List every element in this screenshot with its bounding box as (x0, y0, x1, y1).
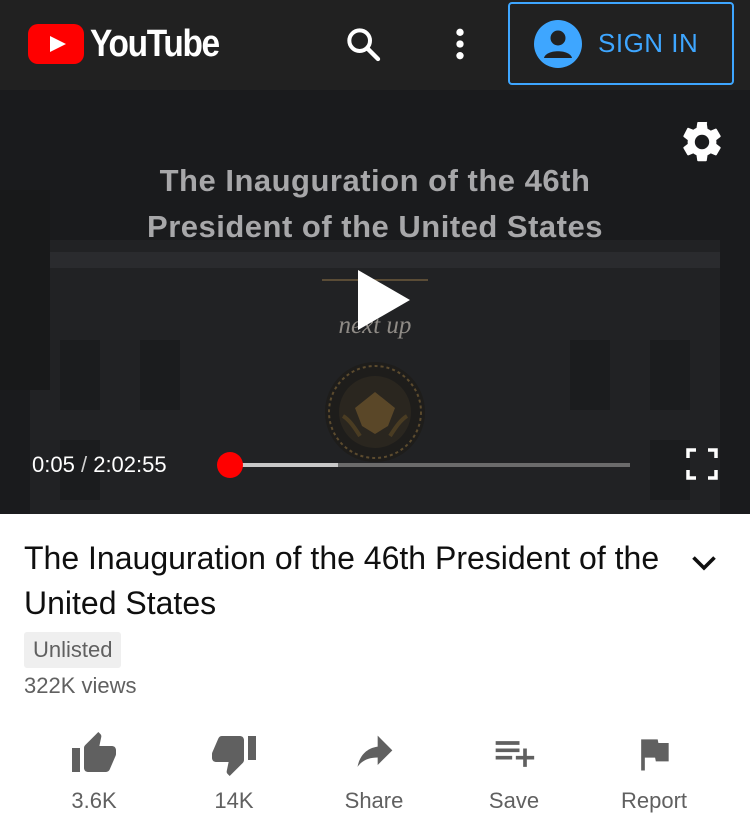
fullscreen-button[interactable] (686, 448, 718, 480)
progress-buffer (230, 463, 338, 467)
more-vert-icon (456, 28, 464, 60)
flag-icon (641, 739, 669, 771)
time-display: 0:05 / 2:02:55 (32, 452, 167, 478)
like-button[interactable]: 3.6K (24, 724, 164, 824)
progress-bar[interactable] (230, 463, 630, 467)
action-bar: 3.6K 14K Share Save Report (24, 724, 724, 824)
search-button[interactable] (341, 22, 385, 66)
title-card-line-2: President of the United States (147, 209, 603, 244)
presidential-seal-icon (325, 362, 425, 462)
top-app-bar: YouTube SIGN IN (0, 0, 750, 90)
gear-icon (683, 121, 721, 162)
play-icon (358, 270, 410, 330)
current-time: 0:05 (32, 452, 75, 477)
thumbs-up-icon (72, 732, 116, 772)
share-icon (357, 735, 393, 767)
sign-in-label: SIGN IN (598, 28, 699, 58)
brand-name: YouTube (90, 22, 220, 65)
title-card-line-1: The Inauguration of the 46th (159, 163, 591, 198)
thumbs-down-icon (212, 736, 256, 776)
share-button[interactable]: Share (304, 724, 444, 824)
view-count: 322K views (24, 673, 137, 698)
chevron-down-icon (692, 556, 716, 571)
video-frame-title-card: The Inauguration of the 46th President o… (0, 158, 750, 250)
search-icon (347, 28, 381, 62)
fullscreen-icon (686, 448, 718, 480)
like-count: 3.6K (71, 788, 117, 813)
video-title: The Inauguration of the 46th President o… (24, 540, 660, 621)
report-button[interactable]: Report (584, 724, 724, 824)
time-separator: / (80, 452, 88, 477)
youtube-play-logo-icon (28, 24, 84, 64)
play-button[interactable] (350, 268, 414, 332)
settings-button[interactable] (678, 118, 726, 166)
youtube-logo[interactable]: YouTube (28, 22, 236, 65)
playlist-add-icon (495, 741, 535, 767)
dislike-button[interactable]: 14K (164, 724, 304, 824)
duration: 2:02:55 (93, 452, 167, 477)
more-options-button[interactable] (438, 22, 482, 66)
save-label: Save (488, 788, 540, 813)
dislike-count: 14K (214, 788, 254, 813)
video-player[interactable]: The Inauguration of the 46th President o… (0, 90, 750, 514)
privacy-status-badge: Unlisted (24, 632, 122, 668)
expand-description-button[interactable] (686, 544, 722, 580)
account-circle-icon (534, 19, 582, 68)
sign-in-button[interactable]: SIGN IN (508, 2, 734, 85)
report-label: Report (620, 788, 688, 813)
share-label: Share (344, 788, 404, 813)
save-button[interactable]: Save (444, 724, 584, 824)
